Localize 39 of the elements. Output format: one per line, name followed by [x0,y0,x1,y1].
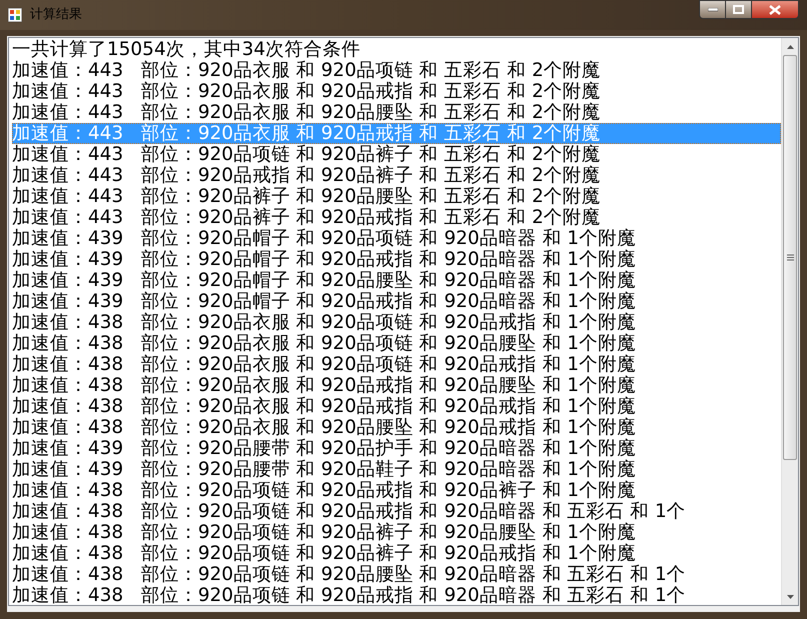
up-arrow-icon [786,44,794,48]
list-item[interactable]: 加速值：438 部位：920品项链 和 920品戒指 和 920品裤子 和 1个附魔 [12,480,781,501]
close-button[interactable] [752,0,799,19]
list-item[interactable]: 加速值：439 部位：920品腰带 和 920品护手 和 920品暗器 和 1个附魔 [12,438,781,459]
list-item[interactable]: 加速值：443 部位：920品项链 和 920品裤子 和 五彩石 和 2个附魔 [12,144,781,165]
grip-icon [786,254,794,261]
list-item[interactable]: 加速值：439 部位：920品腰带 和 920品鞋子 和 920品暗器 和 1个附魔 [12,459,781,480]
minimize-icon [708,8,718,12]
list-item[interactable]: 加速值：439 部位：920品帽子 和 920品腰坠 和 920品暗器 和 1个附魔 [12,270,781,291]
list-item[interactable]: 加速值：443 部位：920品裤子 和 920品戒指 和 五彩石 和 2个附魔 [12,207,781,228]
list-item[interactable]: 一共计算了15054次，其中34次符合条件 [12,39,781,60]
list-item[interactable]: 加速值：443 部位：920品衣服 和 920品戒指 和 五彩石 和 2个附魔 [12,81,781,102]
list-item[interactable]: 加速值：443 部位：920品衣服 和 920品项链 和 五彩石 和 2个附魔 [12,60,781,81]
list-item[interactable]: 加速值：438 部位：920品衣服 和 920品戒指 和 920品戒指 和 1个附魔 [12,396,781,417]
minimize-button[interactable] [699,0,726,19]
scrollbar[interactable] [781,38,798,605]
list-item[interactable]: 加速值：439 部位：920品帽子 和 920品戒指 和 920品暗器 和 1个附魔 [12,249,781,270]
list-item[interactable]: 加速值：443 部位：920品裤子 和 920品腰坠 和 五彩石 和 2个附魔 [12,186,781,207]
list-item[interactable]: 加速值：438 部位：920品项链 和 920品腰坠 和 920品暗器 和 五彩石 和 1个 [12,564,781,585]
list-item[interactable]: 加速值：438 部位：920品项链 和 920品戒指 和 920品暗器 和 五彩石 和 1个 [12,501,781,522]
list-item[interactable]: 加速值：438 部位：920品项链 和 920品戒指 和 920品暗器 和 五彩石 和 1个 [12,585,781,605]
app-icon [8,8,22,22]
maximize-button[interactable] [726,0,752,19]
list-item[interactable]: 加速值：438 部位：920品衣服 和 920品项链 和 920品戒指 和 1个附魔 [12,312,781,333]
list-item[interactable]: 加速值：438 部位：920品衣服 和 920品项链 和 920品戒指 和 1个附魔 [12,354,781,375]
list-item[interactable]: 加速值：439 部位：920品帽子 和 920品戒指 和 920品暗器 和 1个附魔 [12,291,781,312]
list-item[interactable]: 加速值：438 部位：920品衣服 和 920品戒指 和 920品腰坠 和 1个附魔 [12,375,781,396]
list-item[interactable]: 加速值：439 部位：920品帽子 和 920品项链 和 920品暗器 和 1个附魔 [12,228,781,249]
close-icon [769,4,781,14]
down-arrow-icon [786,594,794,598]
list-item[interactable]: 加速值：438 部位：920品衣服 和 920品项链 和 920品腰坠 和 1个附魔 [12,333,781,354]
scroll-thumb[interactable] [783,55,797,460]
window-title: 计算结果 [30,6,82,24]
list-item[interactable]: 加速值：438 部位：920品衣服 和 920品腰坠 和 920品戒指 和 1个附魔 [12,417,781,438]
list-item[interactable]: 加速值：443 部位：920品戒指 和 920品裤子 和 五彩石 和 2个附魔 [12,165,781,186]
list-item[interactable]: 加速值：443 部位：920品衣服 和 920品腰坠 和 五彩石 和 2个附魔 [12,102,781,123]
list-item[interactable]: 加速值：438 部位：920品项链 和 920品裤子 和 920品腰坠 和 1个附魔 [12,522,781,543]
maximize-icon [733,5,744,14]
list-item[interactable]: 加速值：438 部位：920品项链 和 920品裤子 和 920品戒指 和 1个附魔 [12,543,781,564]
